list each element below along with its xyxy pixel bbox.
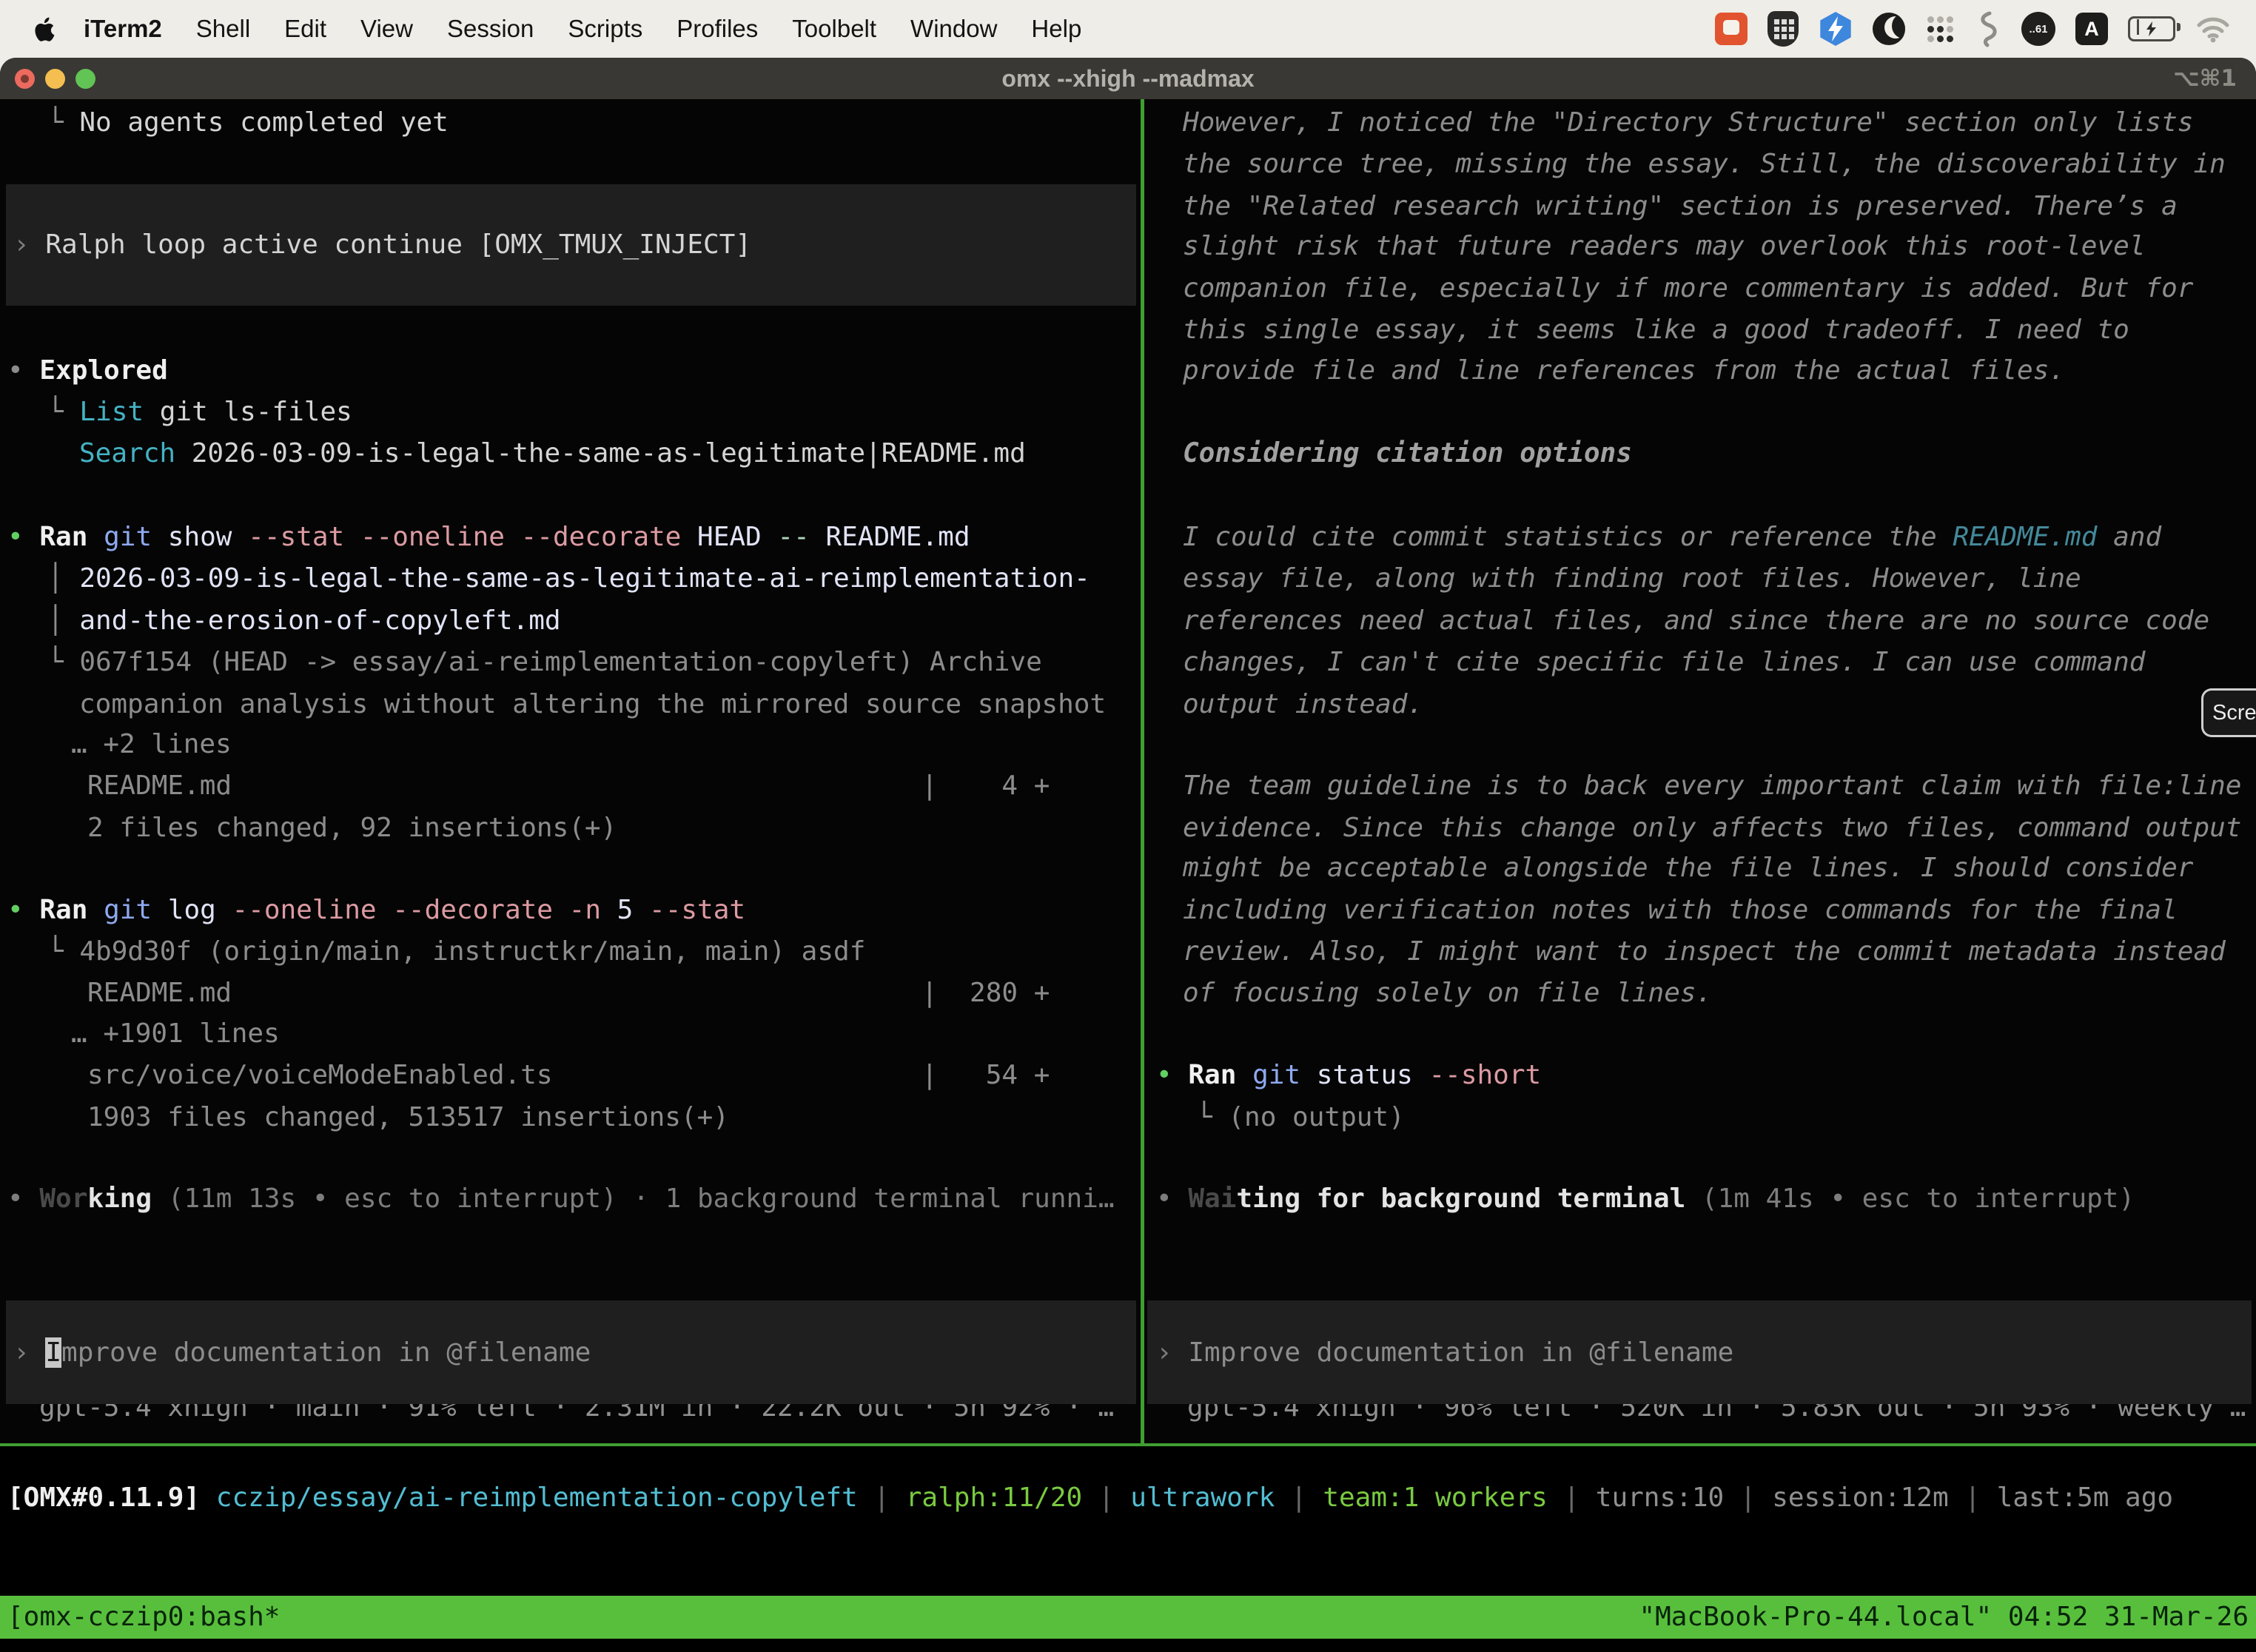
lightning-hexagon-icon[interactable]: [1819, 12, 1853, 46]
iterm-window: omx --xhigh --madmax ⌥⌘1 └ No agents com…: [0, 58, 2256, 1652]
title-bar[interactable]: omx --xhigh --madmax ⌥⌘1: [0, 58, 2256, 99]
tmux-session-label: [omx-cczip0:bash*: [7, 1596, 280, 1639]
menu-item-help[interactable]: Help: [1014, 15, 1098, 43]
squiggle-status-icon[interactable]: [1975, 10, 2001, 47]
menu-item-toolbelt[interactable]: Toolbelt: [775, 15, 893, 43]
ralph-loop-box: › Ralph loop active continue [OMX_TMUX_I…: [6, 184, 1136, 306]
crescent-app-icon[interactable]: [1873, 13, 1905, 45]
menu-item-profiles[interactable]: Profiles: [659, 15, 775, 43]
screen-edge-overlay[interactable]: Scre: [2201, 688, 2256, 737]
shield-grid-icon[interactable]: [1767, 11, 1799, 47]
menu-item-scripts[interactable]: Scripts: [551, 15, 659, 43]
close-button[interactable]: [15, 69, 35, 89]
apple-menu-icon[interactable]: [30, 14, 55, 44]
menu-left: iTerm2 Shell Edit View Session Scripts P…: [0, 14, 1098, 44]
right-prompt-input[interactable]: › Improve documentation in @filename: [1147, 1300, 2252, 1404]
terminal-area: └ No agents completed yet• Explored└ Lis…: [0, 99, 2256, 1446]
window-shortcut-badge: ⌥⌘1: [2173, 65, 2237, 92]
right-pane[interactable]: However, I noticed the "Directory Struct…: [1144, 99, 2256, 1443]
battery-charging-icon[interactable]: [2128, 16, 2175, 41]
traffic-lights: [15, 69, 95, 89]
zoom-button[interactable]: [75, 69, 95, 89]
menu-bar: iTerm2 Shell Edit View Session Scripts P…: [0, 0, 2256, 58]
dots-grid-menu-icon[interactable]: [1925, 14, 1955, 44]
minimize-button[interactable]: [45, 69, 65, 89]
menu-item-edit[interactable]: Edit: [267, 15, 343, 43]
menu-item-iterm2[interactable]: iTerm2: [67, 15, 179, 43]
menu-item-view[interactable]: View: [343, 15, 430, 43]
menu-item-window[interactable]: Window: [893, 15, 1014, 43]
wifi-icon[interactable]: [2195, 15, 2231, 43]
tmux-host-clock: "MacBook-Pro-44.local" 04:52 31-Mar-26: [1639, 1596, 2249, 1639]
window-title: omx --xhigh --madmax: [1001, 65, 1254, 93]
menu-item-session[interactable]: Session: [430, 15, 551, 43]
menu-item-shell[interactable]: Shell: [179, 15, 267, 43]
left-prompt-input[interactable]: › Improve documentation in @filename: [6, 1300, 1136, 1404]
tmux-status-bar: [omx-cczip0:bash* "MacBook-Pro-44.local"…: [0, 1596, 2256, 1639]
pane-bottom-border: [0, 1443, 2256, 1446]
gauge-61-icon[interactable]: ..61: [2021, 12, 2055, 46]
menu-status-icons: ..61 A: [1715, 10, 2256, 47]
chat-app-icon[interactable]: [1715, 13, 1748, 45]
pane-divider[interactable]: [1141, 99, 1144, 1446]
omx-status-bar: [OMX#0.11.9] cczip/essay/ai-reimplementa…: [7, 1477, 2250, 1521]
a-app-icon[interactable]: A: [2075, 13, 2108, 45]
